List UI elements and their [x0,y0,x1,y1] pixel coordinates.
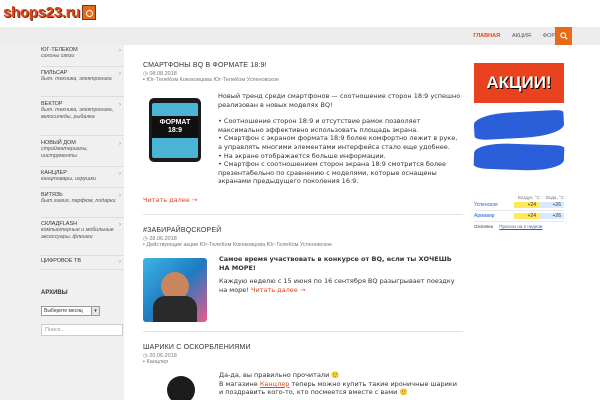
promo-banner[interactable]: АКЦИИ! [474,63,564,103]
post-card: СМАРТФОНЫ BQ В ФОРМАТЕ 18:9! ◷ 08.08.201… [143,62,463,83]
weather-row: Успенское +24 +26 [474,200,564,211]
sidebar-item-subtitle: канцтовары, игрушки [41,176,96,182]
post-bullet-list: Соотношение сторон 18:9 и отсутствие рам… [218,117,462,186]
post-divider [143,214,463,215]
post-card: ШАРИКИ С ОСКОРБЛЕНИЯМИ ◷ 20.06.2018 ▪ Ка… [143,344,463,365]
post-categories[interactable]: ▪ Юг-ТелеКом Кококовцова Юг-ТелеКом Успе… [143,77,463,83]
post-image-balloon[interactable] [167,376,195,400]
nav-menu: Главная Акция Форум [467,27,569,45]
post-lead: Самое время участвовать в конкурсе от BQ… [219,255,452,272]
decorative-stripe [473,109,565,141]
kancler-link[interactable]: Канцлер [260,380,290,388]
sidebar-item-cifrovoe-tv[interactable]: ЦИФРОВОЕ ТВ › [41,258,124,270]
weather-col-water: Вода, °С [545,195,564,200]
weather-footer: Gismeteo Прогноз на 2 недели [474,224,564,229]
weather-city[interactable]: Армавир [474,213,514,219]
post-title[interactable]: СМАРТФОНЫ BQ В ФОРМАТЕ 18:9! [143,62,463,69]
sidebar-item-vektor[interactable]: ВЕКТОР быт. техника, электроника, велоси… [41,101,124,136]
post-body: Самое время участвовать в конкурсе от BQ… [219,255,463,294]
weather-row: Армавир +24 +26 [474,211,564,222]
post-image-phone[interactable]: ФОРМАТ 18:9 [145,96,205,164]
sidebar-item-vityaz[interactable]: ВИТЯЗЬ быт.химия, парфюм, подарки › [41,192,124,218]
decorative-stripe [473,142,565,172]
nav-item-home[interactable]: Главная [467,27,506,45]
archive-select[interactable]: Выберите месяц ▾ [41,306,100,316]
post-divider [143,331,463,332]
sidebar-item-kancler[interactable]: КАНЦЛЕР канцтовары, игрушки › [41,170,124,188]
sidebar-item-subtitle: салоны связи [41,53,75,59]
site-logo[interactable]: shops23.ru [3,3,97,21]
post-body: Да-да, вы правильно прочитали 🙂 В магази… [219,371,463,397]
post-paragraph: Да-да, вы правильно прочитали 🙂 [219,371,340,379]
read-more-link[interactable]: Читать далее → [251,286,305,294]
sidebar-item-subtitle: быт. техника, электроника, велосипеды, р… [41,107,114,120]
sidebar-item-subtitle: компьютерные и мобильные аксессуары, фле… [41,227,114,240]
read-more-link[interactable]: Читать далее → [143,196,197,205]
post-intro: Новый тренд среди смартфонов — соотношен… [218,92,461,109]
archive-select-value: Выберите месяц [44,308,83,314]
list-item: Соотношение сторон 18:9 и отсутствие рам… [218,117,462,134]
nav-search-button[interactable] [555,27,572,45]
sidebar-item-novyi-dom[interactable]: НОВЫЙ ДОМ стройматериалы, инструменты › [41,140,124,167]
chevron-right-icon: › [119,222,121,228]
promo-label: АКЦИИ! [486,73,552,92]
list-item: На экране отображается больше информации… [218,152,462,161]
logo-icon [82,4,97,20]
weather-water: +26 [539,202,564,208]
forecast-link[interactable]: Прогноз на 2 недели [499,224,542,229]
chevron-right-icon: › [119,102,121,108]
search-icon [559,32,568,40]
sidebar-search-input[interactable]: Поиск... [41,324,123,336]
list-item: Смартфон с соотношением сторон экрана 18… [218,160,462,186]
post-card: #ЗАБИРАЙBQСКОРЕЙ ◷ 28.06.2018 ▪ Действую… [143,227,463,248]
sidebar-item-skladflash[interactable]: СКЛАДFLASH компьютерные и мобильные аксе… [41,221,124,256]
post-title[interactable]: #ЗАБИРАЙBQСКОРЕЙ [143,227,463,234]
nav-item-promo[interactable]: Акция [506,27,537,45]
post-categories[interactable]: ▪ Канцлер [143,359,463,365]
chevron-right-icon: › [119,71,121,77]
sidebar-item-pilsar[interactable]: ПИЛЬСАР быт. техника, электроника › [41,70,124,97]
weather-widget: Воздух, °С Вода, °С Успенское +24 +26 Ар… [474,195,564,229]
post-categories[interactable]: ▪ Действующие акции Юг-ТелеКом Кококовцо… [143,242,463,248]
weather-air: +24 [514,213,539,219]
logo-text: shops23.ru [3,3,81,21]
post-image-contest[interactable] [143,258,207,322]
weather-city[interactable]: Успенское [474,202,514,208]
weather-water: +26 [539,213,564,219]
weather-source[interactable]: Gismeteo [474,224,493,229]
post-image-caption: ФОРМАТ 18:9 [159,119,191,134]
post-paragraph: Каждую неделю с 15 июня по 16 сентября B… [219,277,455,294]
weather-col-air: Воздух, °С [517,195,540,200]
list-item: Смартфон с экраном формата 18:9 более ко… [218,134,462,151]
post-body: Новый тренд среди смартфонов — соотношен… [218,92,462,186]
archive-heading: АРХИВЫ [41,290,68,296]
post-paragraph: В магазине Канцлер теперь можно купить т… [219,379,457,397]
sidebar-item-title: ЦИФРОВОЕ ТВ [41,258,82,264]
post-title[interactable]: ШАРИКИ С ОСКОРБЛЕНИЯМИ [143,344,463,351]
top-navbar: Главная Акция Форум [0,27,600,45]
chevron-right-icon: › [119,171,121,177]
chevron-right-icon: › [119,48,121,54]
sidebar-item-subtitle: быт. техника, электроника [41,76,112,82]
weather-air: +24 [514,202,539,208]
sidebar-item-yug-telekom[interactable]: ЮГ-ТЕЛЕКОМ салоны связи › [41,47,124,67]
sidebar-item-subtitle: стройматериалы, инструменты [41,146,88,159]
chevron-right-icon: › [119,259,121,265]
chevron-right-icon: › [119,141,121,147]
chevron-down-icon: ▾ [91,307,99,315]
sidebar-item-subtitle: быт.химия, парфюм, подарки [41,198,116,204]
chevron-right-icon: › [119,193,121,199]
